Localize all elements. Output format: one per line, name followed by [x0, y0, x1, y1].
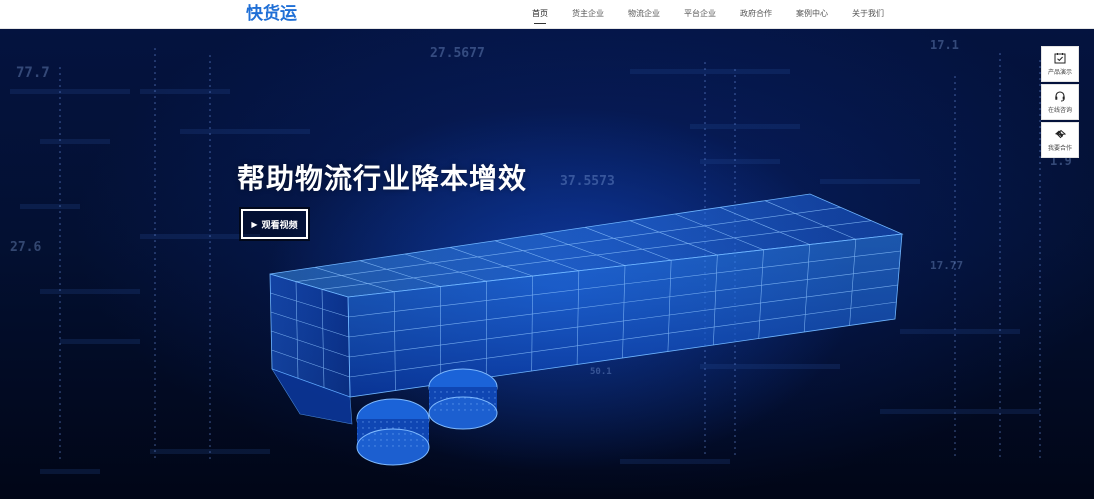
bg-number: 50.1: [590, 367, 612, 377]
online-consult-button[interactable]: 在线咨询: [1041, 84, 1079, 120]
bg-number: 77.7: [16, 65, 50, 81]
nav-item-home[interactable]: 首页: [532, 0, 548, 29]
product-demo-button[interactable]: 产品演示: [1041, 46, 1079, 82]
nav-item-platform[interactable]: 平台企业: [684, 0, 716, 29]
bg-number: 27.5677: [430, 46, 485, 61]
hero-background-illustration: 77.7 27.5677 17.1 27.6 37.5573 1.9 17.77…: [10, 38, 1072, 474]
bg-number: 27.6: [10, 240, 41, 255]
watch-video-label: 观看视频: [261, 220, 298, 231]
product-demo-label: 产品演示: [1047, 69, 1072, 76]
headset-icon: [1055, 91, 1065, 102]
watch-video-button[interactable]: ▶ 观看视频: [241, 209, 308, 239]
bg-number: 37.5573: [560, 174, 615, 189]
play-icon: ▶: [251, 219, 258, 229]
hero-banner: 77.7 27.5677 17.1 27.6 37.5573 1.9 17.77…: [0, 29, 1094, 499]
nav-item-government[interactable]: 政府合作: [740, 0, 772, 29]
nav-item-about[interactable]: 关于我们: [852, 0, 884, 29]
bg-number: 17.1: [930, 38, 959, 52]
online-consult-label: 在线咨询: [1047, 107, 1072, 114]
wheel-rear: [428, 368, 498, 430]
hero-title: 帮助物流行业降本增效: [237, 162, 528, 195]
side-toolbox: 产品演示 在线咨询 我要合作: [1041, 46, 1079, 160]
nav-item-shipper[interactable]: 货主企业: [572, 0, 604, 29]
bg-number: 17.77: [930, 259, 963, 272]
wheel-front: [356, 398, 430, 466]
cooperate-label: 我要合作: [1047, 145, 1072, 152]
logo[interactable]: 快货运: [246, 4, 297, 24]
top-navbar: 快货运 首页 货主企业 物流企业 平台企业 政府合作 案例中心 关于我们: [0, 0, 1094, 29]
checkbox-icon: [1054, 53, 1066, 64]
main-nav: 首页 货主企业 物流企业 平台企业 政府合作 案例中心 关于我们: [532, 0, 908, 29]
handshake-icon: [1055, 129, 1066, 139]
nav-item-logistics[interactable]: 物流企业: [628, 0, 660, 29]
nav-item-cases[interactable]: 案例中心: [796, 0, 828, 29]
truck-illustration: [269, 193, 904, 466]
cooperate-button[interactable]: 我要合作: [1041, 122, 1079, 158]
